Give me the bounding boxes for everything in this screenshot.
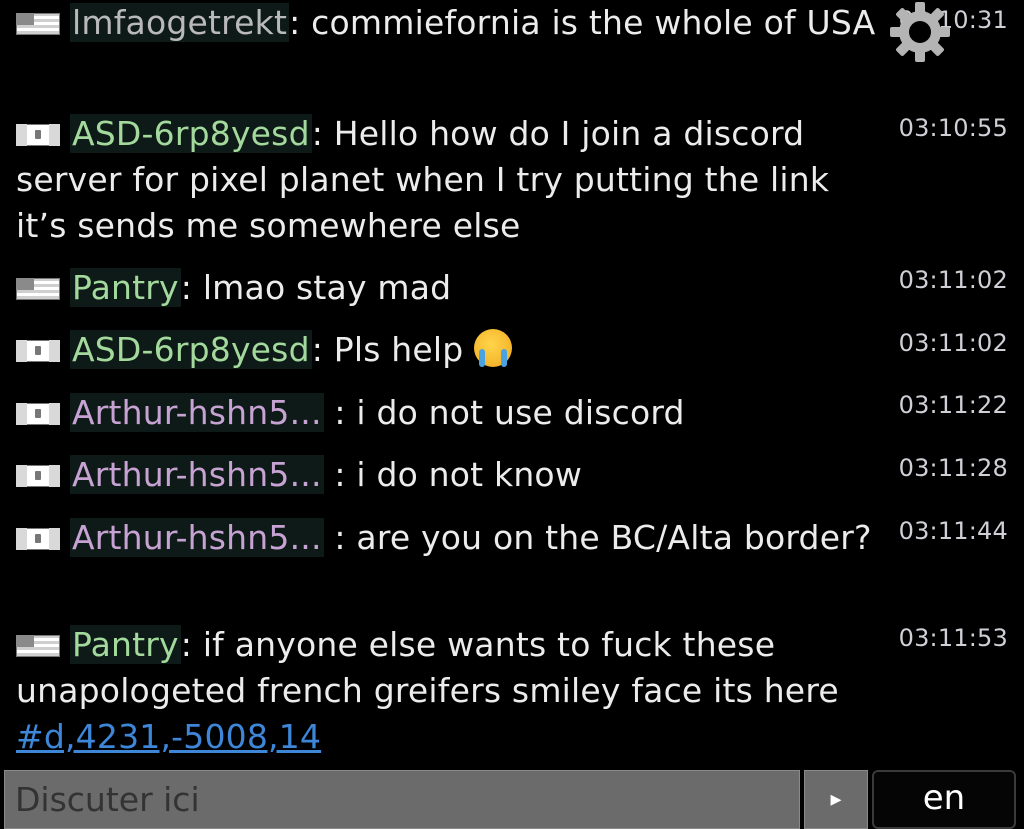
chat-message: ASD-6rp8yesd: Hello how do I join a disc… xyxy=(16,111,886,249)
chat-username[interactable]: Arthur-hshn5... xyxy=(70,455,324,494)
chat-message: ASD-6rp8yesd: Pls help xyxy=(16,327,886,373)
chat-message: lmfaogetrekt: commiefornia is the whole … xyxy=(16,0,886,46)
chat-message-text: are you on the BC/Alta border? xyxy=(356,518,872,557)
canada-flag-icon xyxy=(16,340,60,362)
chat-username[interactable]: Arthur-hshn5... xyxy=(70,518,324,557)
chat-message-text: i do not know xyxy=(356,455,583,494)
chat-message-text: Pls help xyxy=(333,330,464,369)
chat-input[interactable] xyxy=(4,770,800,829)
chat-separator: : xyxy=(180,268,203,307)
chat-separator: : xyxy=(311,330,334,369)
chat-separator: : xyxy=(180,625,203,664)
chat-username[interactable]: lmfaogetrekt xyxy=(70,3,290,42)
chat-message: Arthur-hshn5... : are you on the BC/Alta… xyxy=(16,515,886,561)
chat-message-text: lmao stay mad xyxy=(202,268,452,307)
chat-separator: : xyxy=(289,3,312,42)
gear-icon[interactable] xyxy=(888,0,952,64)
us-flag-icon xyxy=(16,635,60,657)
canada-flag-icon xyxy=(16,465,60,487)
chat-message: Arthur-hshn5... : i do not know xyxy=(16,452,886,498)
chat-separator: : xyxy=(323,393,357,432)
message-timestamp: 03:11:28 xyxy=(898,454,1008,482)
chat-username[interactable]: ASD-6rp8yesd xyxy=(70,114,312,153)
chat-input-bar: ▸ en xyxy=(0,766,1024,829)
canada-flag-icon xyxy=(16,528,60,550)
chat-username[interactable]: ASD-6rp8yesd xyxy=(70,330,312,369)
chat-username[interactable]: Pantry xyxy=(70,625,181,664)
chat-message: Pantry: if anyone else wants to fuck the… xyxy=(16,622,886,760)
chat-separator: : xyxy=(311,114,334,153)
chat-message: Pantry: lmao stay mad xyxy=(16,265,886,311)
message-timestamp: 03:10:55 xyxy=(898,114,1008,142)
coordinate-link[interactable]: #d,4231,-5008,14 xyxy=(16,717,321,756)
canada-flag-icon xyxy=(16,403,60,425)
canada-flag-icon xyxy=(16,124,60,146)
message-timestamp: 03:11:02 xyxy=(898,329,1008,357)
us-flag-icon xyxy=(16,278,60,300)
chat-username[interactable]: Pantry xyxy=(70,268,181,307)
chat-username[interactable]: Arthur-hshn5... xyxy=(70,393,324,432)
loudly-crying-face-icon xyxy=(474,329,513,367)
chat-message-text: i do not use discord xyxy=(356,393,685,432)
us-flag-icon xyxy=(16,13,60,35)
message-timestamp: 03:11:53 xyxy=(898,624,1008,652)
chat-message: Arthur-hshn5... : i do not use discord xyxy=(16,390,886,436)
play-icon: ▸ xyxy=(830,787,842,812)
message-timestamp: 03:11:02 xyxy=(898,266,1008,294)
send-button[interactable]: ▸ xyxy=(804,770,868,829)
chat-separator: : xyxy=(323,518,357,557)
language-label: en xyxy=(922,778,966,818)
chat-log: lmfaogetrekt: commiefornia is the whole … xyxy=(0,0,1024,766)
message-timestamp: 03:11:22 xyxy=(898,391,1008,419)
chat-message-text: commiefornia is the whole of USA xyxy=(311,3,876,42)
chat-separator: : xyxy=(323,455,357,494)
language-select-button[interactable]: en xyxy=(872,770,1016,829)
message-timestamp: 03:11:44 xyxy=(898,517,1008,545)
